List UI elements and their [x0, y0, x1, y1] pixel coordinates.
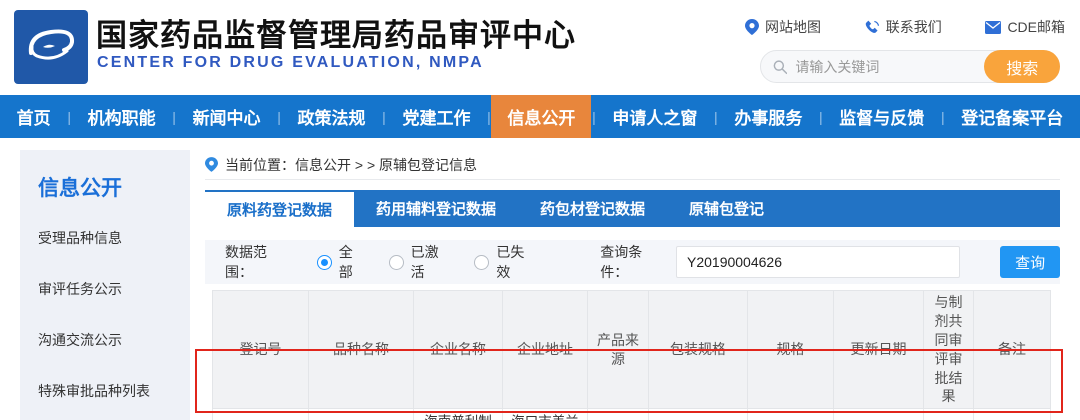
site-search: 搜索: [760, 50, 1060, 83]
nav-separator: |: [487, 95, 491, 138]
envelope-icon: [985, 21, 1001, 34]
registration-table: 登记号 品种名称 企业名称 企业地址 产品来源 包装规格 规格 更新日期 与制剂…: [212, 290, 1051, 420]
sitemap-link[interactable]: 网站地图: [745, 16, 821, 38]
col-product-origin: 产品来源: [588, 291, 649, 409]
nav-item-services[interactable]: 办事服务: [718, 95, 818, 138]
query-button[interactable]: 查询: [1000, 246, 1060, 278]
cell-spec: [748, 409, 834, 420]
cell-registration-no: Y20190004626: [213, 409, 309, 420]
col-update-date: 更新日期: [834, 291, 924, 409]
tab-api-registration[interactable]: 原料药登记数据: [205, 190, 354, 227]
location-pin-icon: [205, 157, 218, 172]
cell-joint-review-result: A: [924, 409, 974, 420]
search-button[interactable]: 搜索: [984, 50, 1060, 83]
cell-company-name: 海南普利制药股份有限公司: [414, 409, 503, 420]
site-title-english: CENTER FOR DRUG EVALUATION, NMPA: [97, 54, 484, 72]
sidebar-item-special-approval[interactable]: 特殊审批品种列表: [38, 381, 190, 401]
nav-separator: |: [382, 95, 386, 138]
tab-excipient-registration[interactable]: 药用辅料登记数据: [354, 190, 518, 227]
col-package-spec: 包装规格: [649, 291, 748, 409]
phone-icon: [865, 20, 880, 35]
col-registration-no: 登记号: [213, 291, 309, 409]
query-input[interactable]: [676, 246, 960, 278]
nav-separator: |: [714, 95, 718, 138]
nav-separator: |: [172, 95, 176, 138]
sidebar-item-communication[interactable]: 沟通交流公示: [38, 330, 190, 350]
cde-logo: [14, 10, 88, 84]
contact-link[interactable]: 联系我们: [865, 16, 942, 38]
nav-item-party-building[interactable]: 党建工作: [386, 95, 486, 138]
nav-separator: |: [592, 95, 596, 138]
radio-dot-icon: [474, 255, 489, 270]
col-remarks: 备注: [974, 291, 1051, 409]
nav-item-home[interactable]: 首页: [1, 95, 67, 138]
contact-link-label: 联系我们: [886, 17, 942, 37]
nav-item-org-functions[interactable]: 机构职能: [72, 95, 172, 138]
cell-company-address: 海口市美兰区桂林洋经济开发区: [503, 409, 588, 420]
main-content: 当前位置：信息公开 > > 原辅包登记信息 原料药登记数据 药用辅料登记数据 药…: [205, 150, 1060, 420]
nav-separator: |: [941, 95, 945, 138]
nav-item-policies[interactable]: 政策法规: [282, 95, 382, 138]
cell-remarks: 国药准字H46020128: [974, 409, 1051, 420]
radio-all-label: 全部: [339, 242, 367, 282]
cell-update-date: 2023-09-01: [834, 409, 924, 420]
cde-webpage: 国家药品监督管理局药品审评中心 CENTER FOR DRUG EVALUATI…: [0, 0, 1080, 420]
radio-expired-label: 已失效: [496, 242, 538, 282]
nav-item-info-disclosure[interactable]: 信息公开: [491, 95, 591, 138]
nav-item-applicant-window[interactable]: 申请人之窗: [596, 95, 713, 138]
cell-product-origin: 国产: [588, 409, 649, 420]
nav-separator: |: [277, 95, 281, 138]
query-label: 查询条件：: [600, 242, 670, 282]
mailbox-link-label: CDE邮箱: [1007, 17, 1065, 37]
cell-variety-name: 盐酸多巴酚丁胺: [309, 409, 414, 420]
nav-separator: |: [819, 95, 823, 138]
location-pin-icon: [745, 19, 759, 35]
col-joint-review-result: 与制剂共同审评审批结果: [924, 291, 974, 409]
site-title-chinese: 国家药品监督管理局药品审评中心: [96, 10, 576, 55]
sidebar: 信息公开 受理品种信息 审评任务公示 沟通交流公示 特殊审批品种列表 优先审评公…: [20, 150, 190, 420]
sitemap-link-label: 网站地图: [765, 17, 821, 37]
nav-item-news[interactable]: 新闻中心: [177, 95, 277, 138]
site-header: 国家药品监督管理局药品审评中心 CENTER FOR DRUG EVALUATI…: [0, 0, 1080, 95]
search-input[interactable]: [787, 59, 984, 75]
radio-all[interactable]: 全部: [317, 242, 367, 282]
sidebar-title: 信息公开: [38, 172, 190, 202]
breadcrumb-text: 当前位置：信息公开 > > 原辅包登记信息: [225, 155, 477, 175]
table-header-row: 登记号 品种名称 企业名称 企业地址 产品来源 包装规格 规格 更新日期 与制剂…: [213, 291, 1051, 409]
radio-activated-label: 已激活: [411, 242, 453, 282]
breadcrumb: 当前位置：信息公开 > > 原辅包登记信息: [205, 150, 1060, 180]
search-icon: [773, 59, 787, 75]
col-company-address: 企业地址: [503, 291, 588, 409]
nav-item-supervision-feedback[interactable]: 监督与反馈: [823, 95, 940, 138]
sidebar-item-review-tasks[interactable]: 审评任务公示: [38, 279, 190, 299]
radio-dot-icon: [389, 255, 404, 270]
col-company-name: 企业名称: [414, 291, 503, 409]
sidebar-item-accepted-varieties[interactable]: 受理品种信息: [38, 228, 190, 248]
radio-activated[interactable]: 已激活: [389, 242, 453, 282]
header-links: 网站地图 联系我们 CDE邮箱: [745, 16, 1065, 38]
col-spec: 规格: [748, 291, 834, 409]
filter-bar: 数据范围： 全部 已激活 已失效 查询条件： 查询: [205, 240, 1060, 284]
nav-item-registration-platform[interactable]: 登记备案平台: [945, 95, 1079, 138]
tab-packaging-registration[interactable]: 药包材登记数据: [518, 190, 667, 227]
table-row[interactable]: Y20190004626 盐酸多巴酚丁胺 海南普利制药股份有限公司 海口市美兰区…: [213, 409, 1051, 420]
radio-dot-icon: [317, 255, 332, 270]
col-variety-name: 品种名称: [309, 291, 414, 409]
mailbox-link[interactable]: CDE邮箱: [985, 16, 1065, 38]
nav-separator: |: [67, 95, 71, 138]
scope-label: 数据范围：: [225, 242, 295, 282]
data-tabs: 原料药登记数据 药用辅料登记数据 药包材登记数据 原辅包登记: [205, 190, 1060, 227]
tab-raw-aux-pack[interactable]: 原辅包登记: [667, 190, 786, 227]
cell-package-spec: 25kg/桶,5kg/桶: [649, 409, 748, 420]
main-nav: 首页 | 机构职能 | 新闻中心 | 政策法规 | 党建工作 | 信息公开 | …: [0, 95, 1080, 138]
swan-logo-icon: [21, 17, 81, 77]
radio-expired[interactable]: 已失效: [474, 242, 538, 282]
